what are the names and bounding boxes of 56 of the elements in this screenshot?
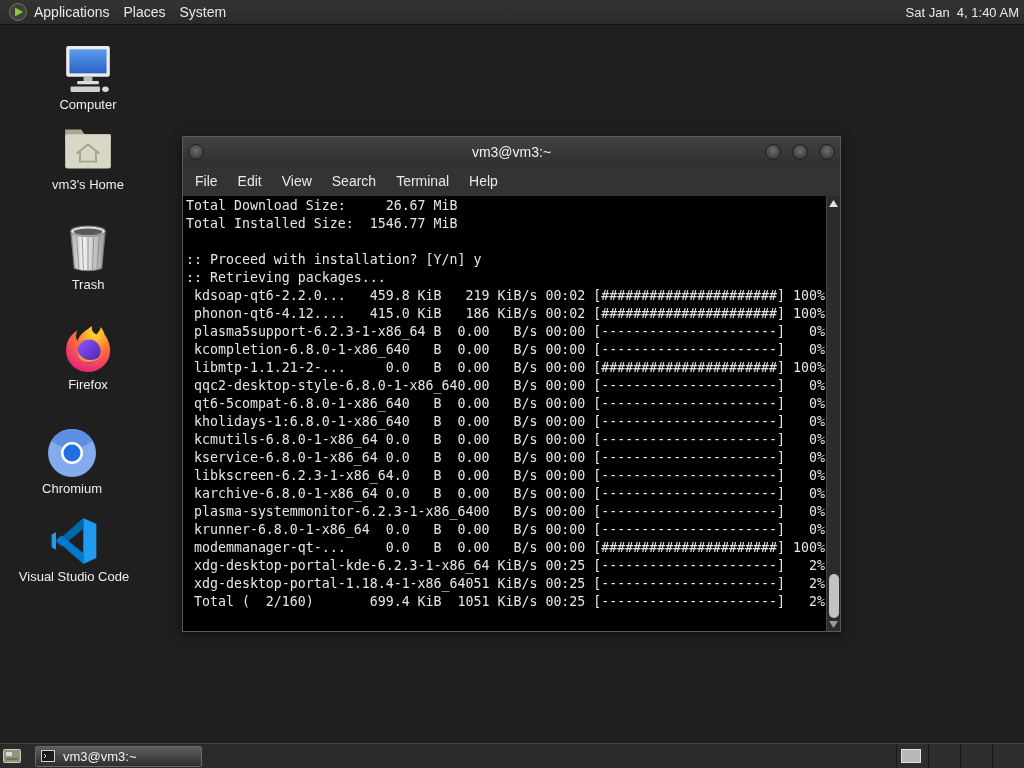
terminal-line: plasma5support-6.2.3-1-x86_64 B 0.00 B/s 00:00 [----------------------] 0%	[193, 323, 825, 341]
terminal-line: kholidays-1:6.8.0-1-x86_640 B 0.00 B/s 00:00 [----------------------] 0%	[193, 413, 825, 431]
menu-item[interactable]: Terminal	[386, 166, 460, 196]
scrollbar[interactable]	[826, 196, 840, 631]
terminal-line: qqc2-desktop-style-6.8.0-1-x86_640.00 B/s 00:00 [----------------------] 0%	[193, 377, 825, 395]
terminal-icon	[41, 750, 55, 762]
desktop-icon-label[interactable]: Trash	[71, 277, 105, 293]
desktop-icon-label[interactable]: Firefox	[68, 377, 108, 393]
scrollbar-thumb[interactable]	[828, 574, 839, 618]
ribbon-logo-icon[interactable]	[50, 517, 98, 565]
terminal-line: kdsoap-qt6-2.2.0... 459.8 KiB 219 KiB/s 00:02 [######################] 100%	[193, 287, 825, 305]
minimize-button[interactable]	[765, 143, 781, 160]
show-desktop-icon[interactable]	[3, 747, 21, 765]
panel-menu[interactable]: System	[172, 0, 234, 24]
window-thumbnail-icon	[901, 749, 921, 763]
menu-item[interactable]: File	[185, 166, 228, 196]
logo-icon[interactable]	[9, 3, 27, 21]
terminal-line: libkscreen-6.2.3-1-x86_64.0 B 0.00 B/s 00:00 [----------------------] 0%	[193, 467, 825, 485]
terminal-line: phonon-qt6-4.12.... 415.0 KiB 186 KiB/s 00:02 [######################] 100%	[193, 305, 825, 323]
terminal-line: kcompletion-6.8.0-1-x86_640 B 0.00 B/s 00:00 [----------------------] 0%	[193, 341, 825, 359]
desktop-icon-label[interactable]: Visual Studio Code	[18, 569, 130, 585]
menu-item[interactable]: Help	[459, 166, 508, 196]
panel-menu[interactable]: Applications	[27, 0, 117, 24]
scroll-down-arrow-icon[interactable]	[829, 621, 838, 628]
desktop-icon-label[interactable]: vm3's Home	[52, 177, 124, 193]
terminal-line: Total ( 2/160) 699.4 KiB 1051 KiB/s 00:25 [----------------------] 2%	[193, 593, 825, 611]
task-button[interactable]: vm3@vm3:~	[35, 745, 202, 767]
terminal-line: qt6-5compat-6.8.0-1-x86_640 B 0.00 B/s 00:00 [----------------------] 0%	[193, 395, 825, 413]
terminal-line: modemmanager-qt-... 0.0 B 0.00 B/s 00:00 [######################] 100%	[193, 539, 825, 557]
terminal-line: :: Retrieving packages...	[186, 269, 386, 287]
terminal-line: xdg-desktop-portal-1.18.4-1-x86_64051 KiB/s 00:25 [----------------------] 2%	[193, 575, 825, 593]
menu-item[interactable]: View	[271, 166, 322, 196]
monitor-icon[interactable]	[64, 45, 112, 93]
window-menu-button[interactable]	[188, 143, 204, 160]
menu-item[interactable]: Edit	[227, 166, 272, 196]
panel-menu[interactable]: Places	[116, 0, 173, 24]
terminal-line: krunner-6.8.0-1-x86_64 0.0 B 0.00 B/s 00:00 [----------------------] 0%	[193, 521, 825, 539]
maximize-button[interactable]	[792, 143, 808, 160]
terminal-line: Total Installed Size: 1546.77 MiB	[186, 215, 458, 233]
terminal-line: libmtp-1.1.21-2-... 0.0 B 0.00 B/s 00:00 [######################] 100%	[193, 359, 825, 377]
window-title: vm3@vm3:~	[471, 143, 552, 160]
desktop-icon-label[interactable]: Computer	[59, 97, 117, 113]
terminal-line: karchive-6.8.0-1-x86_64 0.0 B 0.00 B/s 00:00 [----------------------] 0%	[193, 485, 825, 503]
terminal-line: :: Proceed with installation? [Y/n] y	[186, 251, 482, 269]
ring-logo-icon[interactable]	[48, 429, 96, 477]
terminal-line: kservice-6.8.0-1-x86_64 0.0 B 0.00 B/s 00:00 [----------------------] 0%	[193, 449, 825, 467]
clock[interactable]: Sat Jan 4, 1:40 AM	[905, 4, 1019, 20]
terminal-line: kcmutils-6.8.0-1-x86_64 0.0 B 0.00 B/s 00:00 [----------------------] 0%	[193, 431, 825, 449]
desktop-icon-label[interactable]: Chromium	[42, 481, 102, 497]
menu-item[interactable]: Search	[321, 166, 387, 196]
terminal-line: xdg-desktop-portal-kde-6.2.3-1-x86_64 KiB/s 00:25 [----------------------] 2%	[193, 557, 825, 575]
scroll-up-arrow-icon[interactable]	[829, 200, 838, 207]
terminal-line: Total Download Size: 26.67 MiB	[186, 197, 458, 215]
terminal-line: plasma-systemmonitor-6.2.3-1-x86_6400 B/s 00:00 [----------------------] 0%	[193, 503, 825, 521]
close-button[interactable]	[819, 143, 835, 160]
flame-globe-icon[interactable]	[64, 325, 112, 373]
